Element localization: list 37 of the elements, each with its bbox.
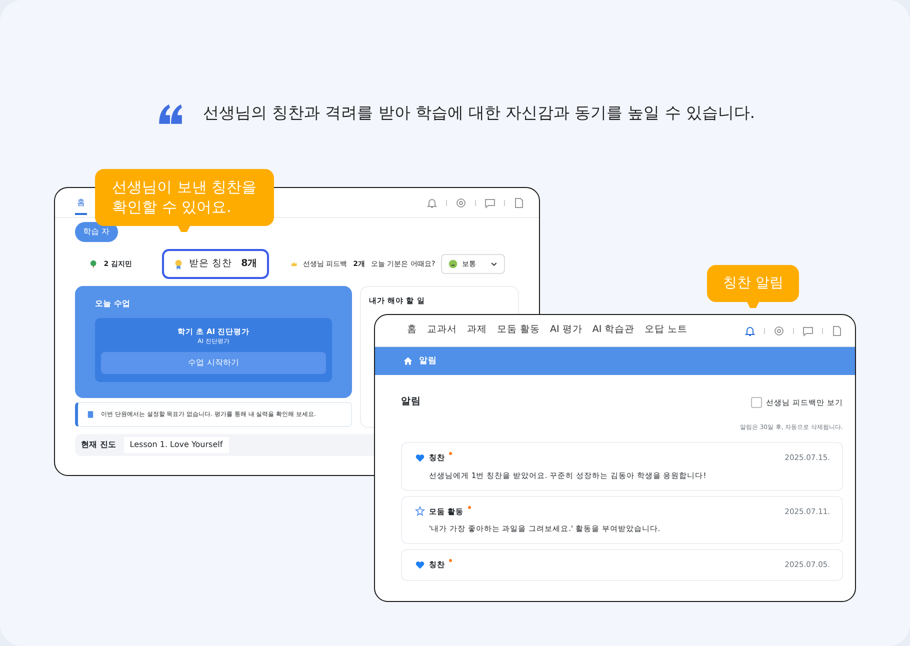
banner-title: 알림 — [419, 354, 437, 368]
praise-summary[interactable]: 받은 칭찬 8개 — [162, 249, 269, 279]
nav-tab[interactable]: 모둠 활동 — [497, 323, 540, 338]
book-icon — [86, 410, 95, 419]
chat-icon[interactable] — [484, 196, 496, 208]
nav-tab[interactable]: 홈 — [407, 323, 417, 338]
progress-value: Lesson 1. Love Yourself — [124, 437, 229, 453]
nav-tab[interactable]: AI 평가 — [550, 323, 582, 338]
star-outline-icon — [415, 506, 425, 516]
nav-tab[interactable]: 교과서 — [427, 323, 457, 338]
medal-icon — [173, 258, 184, 270]
callout-pointer — [747, 302, 760, 308]
lesson-card-title: 오늘 수업 — [95, 298, 131, 310]
section-heading: 알림 — [401, 395, 421, 409]
bell-icon[interactable] — [744, 324, 756, 336]
settings-icon[interactable] — [773, 324, 785, 336]
praise-count: 8개 — [241, 256, 258, 271]
callout-bubble: 선생님이 보낸 칭찬을 확인할 수 있어요. — [95, 169, 274, 226]
praise-label: 받은 칭찬 — [189, 256, 232, 271]
face-icon — [448, 259, 458, 269]
document-icon[interactable] — [513, 196, 525, 208]
heart-icon — [415, 560, 425, 570]
chevron-down-icon — [490, 260, 498, 268]
document-icon[interactable] — [831, 324, 843, 336]
nav-tab[interactable]: 오답 노트 — [644, 323, 688, 338]
callout-pointer — [178, 226, 190, 232]
progress-label: 현재 진도 — [81, 439, 116, 451]
nav-tab[interactable]: AI 학습관 — [592, 323, 635, 338]
headline-text: 선생님의 칭찬과 격려를 받아 학습에 대한 자신감과 동기를 높일 수 있습니다. — [203, 102, 755, 124]
callout-bubble: 칭찬 알림 — [707, 265, 800, 302]
settings-icon[interactable] — [455, 196, 467, 208]
heart-icon — [415, 452, 425, 463]
bell-icon[interactable] — [426, 196, 438, 208]
nav-tab[interactable]: 홈 — [75, 190, 87, 214]
nav-tab[interactable]: 과제 — [467, 323, 487, 338]
chat-icon[interactable] — [802, 324, 814, 336]
home-icon — [403, 356, 413, 366]
